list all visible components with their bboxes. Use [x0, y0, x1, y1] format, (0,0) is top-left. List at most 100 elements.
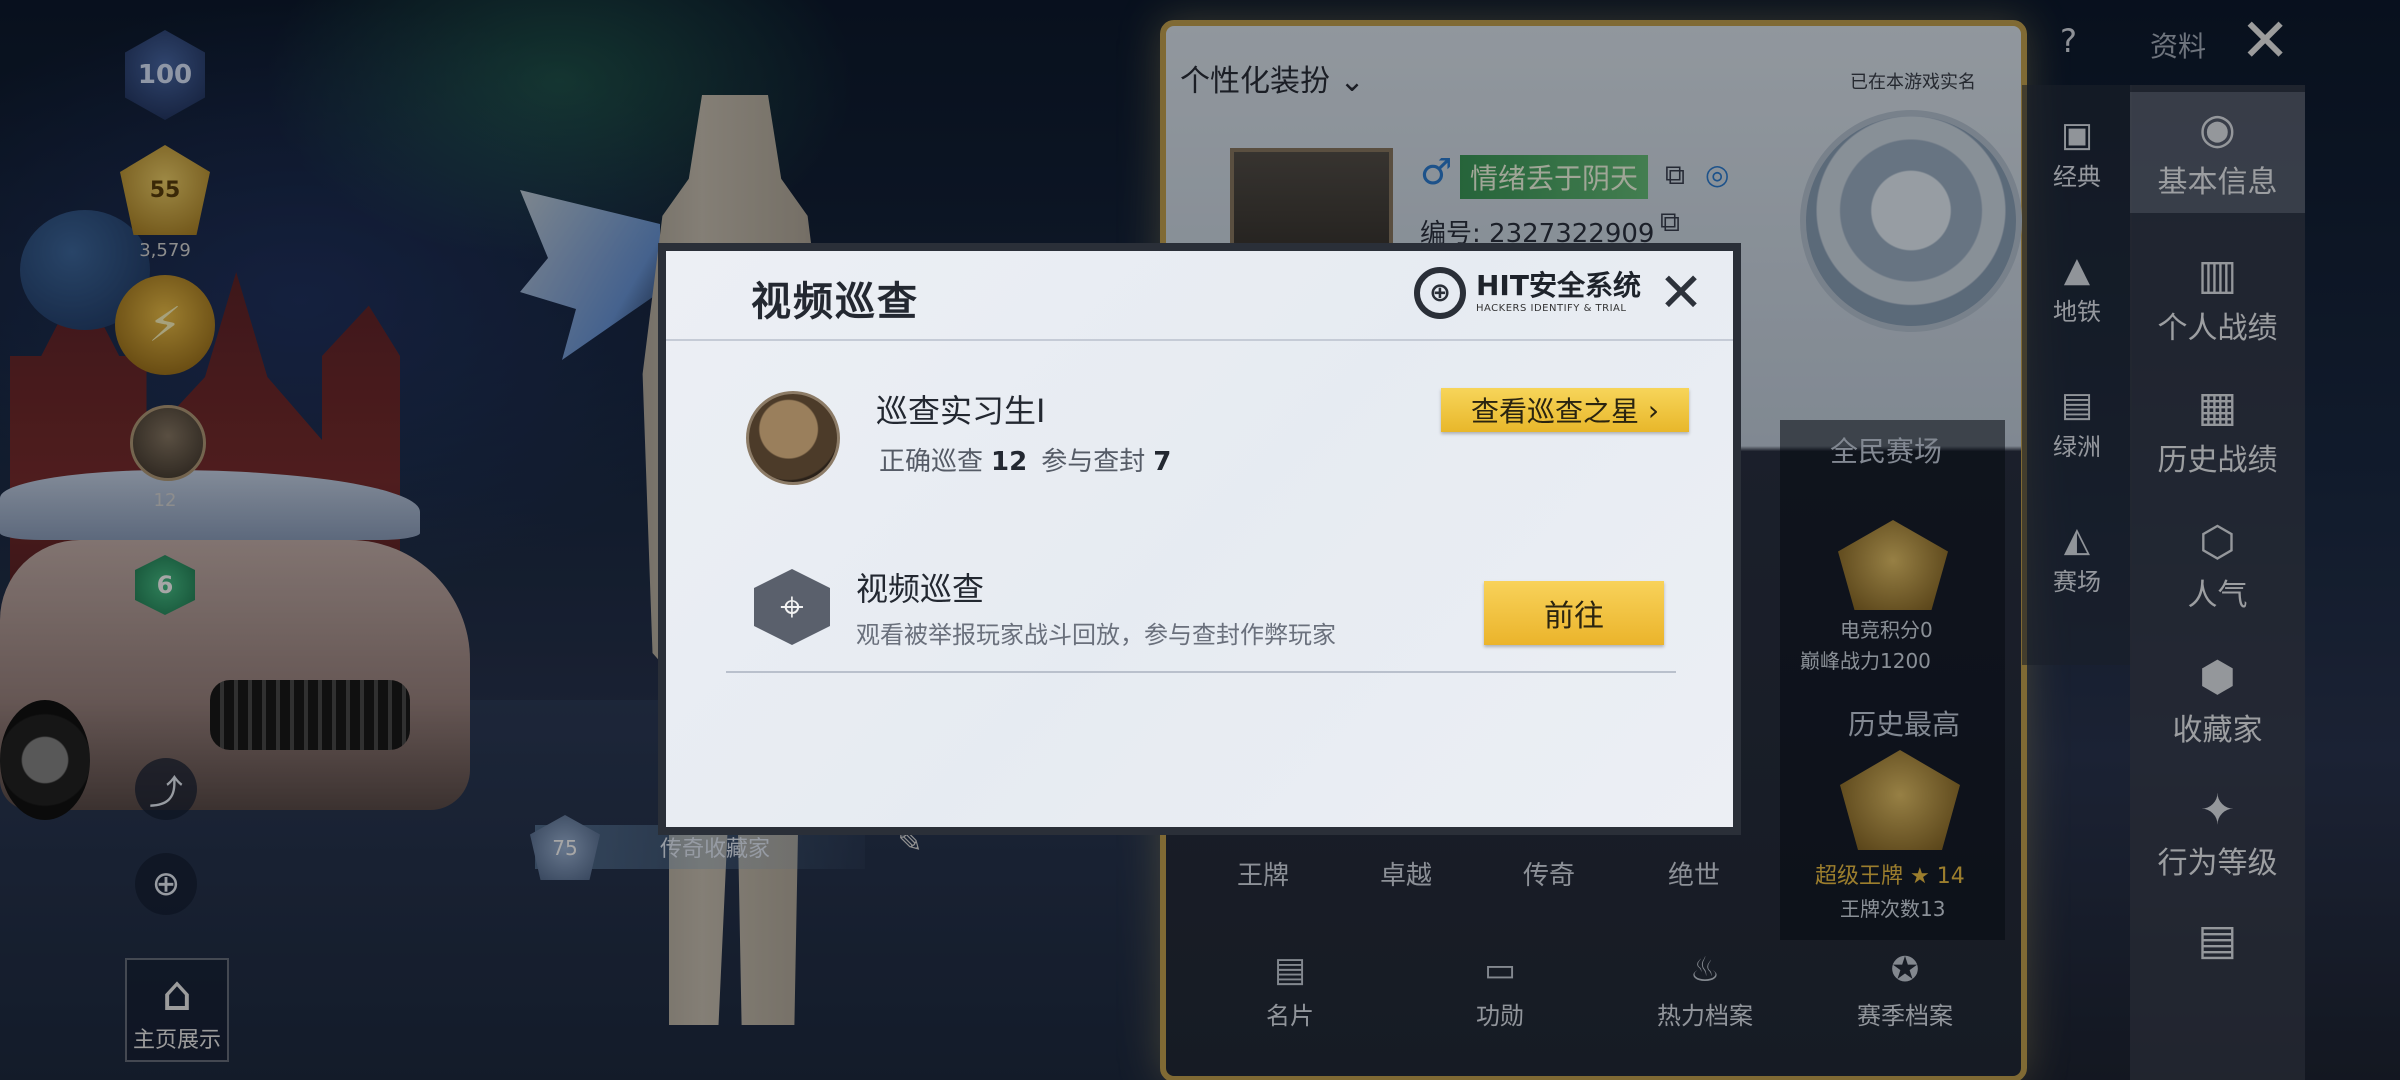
qq-icon[interactable]: ◎	[1705, 158, 1729, 191]
hit-logo: ⊕ HIT安全系统 HACKERS IDENTIFY & TRIAL	[1414, 267, 1641, 319]
weapon-count: 12	[153, 490, 177, 511]
chevron-right-icon: ›	[1638, 393, 1660, 427]
mode-oasis-label: 绿洲	[2053, 433, 2101, 461]
view-review-stars-label: 查看巡查之星	[1470, 395, 1639, 428]
sidebar-item-more[interactable]: ▤	[2130, 915, 2305, 968]
mode-metro[interactable]: ▲ 地铁	[2022, 250, 2132, 327]
mode-arena-label: 赛场	[2053, 568, 2101, 596]
mode-oasis[interactable]: ▤ 绿洲	[2022, 385, 2132, 462]
tab-season-archive[interactable]: ✪ 赛季档案	[1835, 950, 1975, 1031]
tier-ace: 王牌	[1237, 861, 1290, 891]
id-card-icon: ▤	[1273, 950, 1307, 990]
customize-dropdown[interactable]: 个性化装扮 ⌄	[1180, 56, 1365, 100]
crosshair-icon: ⌖	[754, 569, 830, 645]
character-wings	[520, 190, 660, 360]
sidebar-item-personal-stats[interactable]: ▥ 个人战绩	[2130, 250, 2305, 347]
ace-count: 王牌次数13	[1840, 897, 1946, 921]
history-high-label: 历史最高	[1848, 708, 1961, 741]
zoom-in-icon[interactable]: ⊕	[135, 853, 197, 915]
dialog-close-icon[interactable]: ✕	[1653, 265, 1709, 321]
go-button[interactable]: 前往	[1484, 581, 1664, 645]
collector-title-label: 传奇收藏家	[660, 837, 771, 862]
dialog-header: 视频巡查 ⊕ HIT安全系统 HACKERS IDENTIFY & TRIAL …	[666, 251, 1733, 341]
mode-arena[interactable]: ◭ 赛场	[2022, 520, 2132, 597]
mode-metro-label: 地铁	[2053, 298, 2101, 326]
super-ace-text: 超级王牌	[1815, 864, 1904, 889]
collector-icon: ⬢	[2199, 652, 2236, 701]
tab-heat-archive[interactable]: ♨ 热力档案	[1635, 950, 1775, 1031]
home-display-label: 主页展示	[132, 1028, 221, 1053]
quanmin-label: 全民赛场	[1830, 435, 1943, 468]
classic-icon: ▣	[2060, 115, 2094, 155]
sidebar-item-behavior-label: 行为等级	[2157, 846, 2278, 881]
copy-id-icon[interactable]: ⧉	[1660, 205, 1680, 239]
metro-icon: ▲	[2063, 250, 2091, 290]
mode-classic-label: 经典	[2053, 163, 2101, 191]
star-icon: ★	[1910, 864, 1937, 889]
arena-icon: ◭	[2063, 520, 2091, 560]
tab-merit-label: 功勋	[1476, 1002, 1524, 1030]
user-info-icon: ◉	[2199, 104, 2236, 153]
medal-icon: ▭	[1483, 950, 1517, 990]
weapon-badge-icon[interactable]	[130, 405, 206, 481]
sidebar-item-collector-label: 收藏家	[2172, 713, 2263, 748]
tab-heat-label: 热力档案	[1657, 1002, 1753, 1030]
help-icon[interactable]: ?	[2060, 22, 2077, 60]
super-ace-label: 超级王牌 ★ 14	[1815, 858, 1965, 890]
sidebar-item-popularity-label: 人气	[2187, 578, 2248, 613]
reviewer-stats: 正确巡查 12 参与查封 7	[879, 441, 1185, 478]
reviewer-rank-icon	[746, 391, 840, 485]
video-review-dialog: 视频巡查 ⊕ HIT安全系统 HACKERS IDENTIFY & TRIAL …	[658, 243, 1741, 835]
title-emblem[interactable]	[1800, 110, 2022, 332]
season-icon: ✪	[1890, 950, 1920, 990]
gold-count: 3,579	[139, 240, 191, 261]
data-tab[interactable]: 资料	[2150, 25, 2206, 65]
sidebar-item-history[interactable]: ▦ 历史战绩	[2130, 382, 2305, 479]
ban-participation-label: 参与查封	[1041, 447, 1146, 477]
sidebar-item-basic-info-label: 基本信息	[2157, 165, 2278, 200]
peak-power: 巅峰战力1200	[1800, 649, 1931, 673]
car-wheel	[0, 700, 90, 820]
sidebar-item-popularity[interactable]: ⬡ 人气	[2130, 517, 2305, 614]
sidebar-item-collector[interactable]: ⬢ 收藏家	[2130, 652, 2305, 749]
super-ace-stars: 14	[1936, 864, 1965, 889]
tab-card[interactable]: ▤ 名片	[1220, 950, 1360, 1031]
sidebar-item-behavior[interactable]: ✦ 行为等级	[2130, 785, 2305, 882]
home-display-button[interactable]: ⌂ 主页展示	[125, 958, 229, 1062]
mode-classic[interactable]: ▣ 经典	[2022, 115, 2132, 192]
divider	[726, 671, 1676, 673]
ban-participation-value: 7	[1153, 447, 1172, 477]
correct-review-value: 12	[991, 447, 1028, 477]
tier-excellent: 卓越	[1380, 861, 1433, 891]
behavior-icon: ✦	[2199, 785, 2236, 834]
review-task-description: 观看被举报玩家战斗回放，参与查封作弊玩家	[856, 621, 1336, 649]
copy-icon[interactable]: ⧉	[1665, 158, 1685, 192]
customize-label: 个性化装扮	[1180, 64, 1330, 99]
tab-season-label: 赛季档案	[1857, 1002, 1953, 1030]
chevron-down-icon: ⌄	[1339, 64, 1365, 99]
gold-rank-badge[interactable]: 55	[120, 145, 210, 235]
view-review-stars-button[interactable]: 查看巡查之星 ›	[1441, 388, 1689, 432]
close-icon[interactable]: ✕	[2240, 6, 2290, 76]
player-name: 情绪丢于阴天	[1460, 155, 1649, 199]
fire-icon: ♨	[1689, 950, 1721, 990]
correct-review-label: 正确巡查	[879, 447, 984, 477]
car-grille	[210, 680, 410, 750]
history-icon: ▦	[2197, 382, 2238, 431]
tier-legend: 传奇	[1523, 861, 1576, 891]
sidebar-item-history-label: 历史战绩	[2157, 443, 2278, 478]
male-icon: ♂	[1420, 152, 1453, 193]
reviewer-rank-name: 巡查实习生I	[876, 392, 1046, 430]
realname-status: 已在本游戏实名	[1850, 72, 1976, 93]
oasis-icon: ▤	[2060, 385, 2094, 425]
share-icon[interactable]: ⤴	[135, 758, 197, 820]
sidebar-item-personal-stats-label: 个人战绩	[2157, 311, 2278, 346]
tab-card-label: 名片	[1266, 1002, 1314, 1030]
level-badge[interactable]: 100	[125, 30, 205, 120]
home-icon: ⌂	[161, 966, 193, 1022]
popularity-icon: ⬡	[2199, 517, 2236, 566]
sidebar-item-basic-info[interactable]: ◉ 基本信息	[2130, 92, 2305, 213]
tier-peerless: 绝世	[1668, 861, 1721, 891]
tab-merit[interactable]: ▭ 功勋	[1430, 950, 1570, 1031]
lightning-icon[interactable]: ⚡	[115, 275, 215, 375]
